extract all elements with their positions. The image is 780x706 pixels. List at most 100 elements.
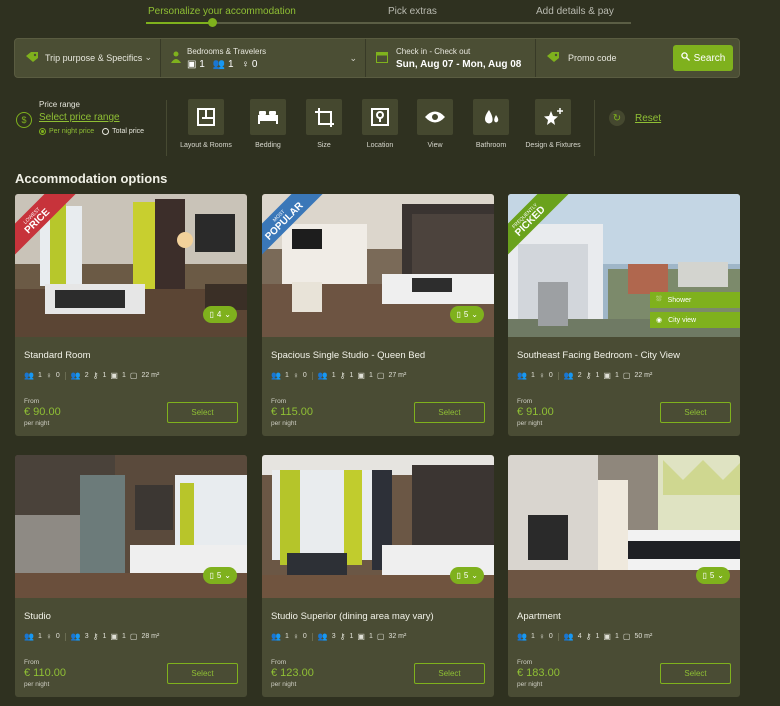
calendar-icon xyxy=(376,51,388,66)
total-price-radio[interactable]: Total price xyxy=(102,128,144,135)
key-icon: ⚷ xyxy=(585,371,592,380)
step-personalize[interactable]: Personalize your accommodation xyxy=(148,6,296,17)
adults-icon: 👥 xyxy=(24,371,34,380)
select-button[interactable]: Select xyxy=(660,402,731,423)
filter-bathroom[interactable]: Bathroom xyxy=(461,99,521,150)
bedrooms-travelers-label: Bedrooms & Travelers xyxy=(187,46,267,56)
step-add-details[interactable]: Add details & pay xyxy=(536,6,614,17)
door-icon: ▯ xyxy=(456,310,461,319)
price-from-label: From xyxy=(271,398,287,405)
availability-badge[interactable]: ▯ 5 ⌄ xyxy=(450,567,484,584)
filter-view[interactable]: View xyxy=(405,99,465,150)
section-title: Accommodation options xyxy=(15,171,168,186)
promo-code-field[interactable]: Promo code xyxy=(536,39,669,77)
door-icon: ▯ xyxy=(456,571,461,580)
select-button[interactable]: Select xyxy=(167,402,238,423)
location-icon xyxy=(371,108,389,126)
room-card: MOST POPULAR ▯ 5 ⌄ Spacious Single Studio -… xyxy=(262,194,494,436)
bed-icon: ▣ xyxy=(357,632,365,641)
room-photo[interactable]: LOWEST PRICE ▯ 4 ⌄ xyxy=(15,194,247,337)
room-photo[interactable]: FREQUENTLY PICKED ⛆ Shower ◉ City view xyxy=(508,194,740,337)
adults-icon: 👥 xyxy=(271,632,281,641)
eye-icon: ◉ xyxy=(656,317,663,324)
per-night-label: per night xyxy=(517,420,543,427)
room-photo[interactable]: ▯ 5 ⌄ xyxy=(262,455,494,598)
adults-icon: 👥 xyxy=(517,371,527,380)
price-from-label: From xyxy=(24,398,40,405)
filter-layout-rooms[interactable]: Layout & Rooms xyxy=(176,99,236,150)
filter-location[interactable]: Location xyxy=(350,99,410,150)
price-from-label: From xyxy=(517,398,533,405)
progress-dot xyxy=(208,18,217,27)
availability-badge[interactable]: ▯ 5 ⌄ xyxy=(696,567,730,584)
size-icon: ▢ xyxy=(622,632,631,641)
child-icon: ♀ xyxy=(241,58,250,70)
filter-bedding[interactable]: Bedding xyxy=(238,99,298,150)
room-card: ▯ 5 ⌄ Studio Superior (dining area may var… xyxy=(262,455,494,697)
door-icon: ▯ xyxy=(702,571,707,580)
person-icon xyxy=(171,51,181,66)
step-pick-extras[interactable]: Pick extras xyxy=(388,6,437,17)
availability-badge[interactable]: ▯ 5 ⌄ xyxy=(450,306,484,323)
availability-badge[interactable]: ▯ 4 ⌄ xyxy=(203,306,237,323)
divider xyxy=(594,100,595,156)
size-icon: ▢ xyxy=(376,371,385,380)
per-night-radio[interactable]: Per night price xyxy=(39,128,94,135)
select-button[interactable]: Select xyxy=(660,663,731,684)
dates-label: Check in - Check out xyxy=(396,46,471,56)
price-range-title: Price range xyxy=(39,100,80,109)
filter-label: Layout & Rooms xyxy=(180,142,232,149)
bed-icon: ▣ xyxy=(603,632,611,641)
filter-size[interactable]: Size xyxy=(294,99,354,150)
reset-filters[interactable]: ↻ Reset xyxy=(609,110,661,126)
per-night-label: per night xyxy=(24,681,50,688)
chevron-down-icon: ⌄ xyxy=(471,571,478,580)
chevron-down-icon: ⌄ xyxy=(349,53,357,63)
room-photo[interactable]: ▯ 5 ⌄ xyxy=(15,455,247,598)
room-title[interactable]: Studio Superior (dining area may vary) xyxy=(271,611,434,622)
room-amenities: 👥 1 ♀ 0 👥 4 ⚷ 1 ▣ 1 ▢ 50 m² xyxy=(517,632,653,641)
size-icon xyxy=(315,108,334,127)
select-button[interactable]: Select xyxy=(414,402,485,423)
filter-design-fixtures[interactable]: Design & Fixtures xyxy=(523,99,583,150)
adults-value: 👥 1 xyxy=(212,58,234,70)
room-card: FREQUENTLY PICKED ⛆ Shower ◉ City view Sout… xyxy=(508,194,740,436)
select-price-range-link[interactable]: Select price range xyxy=(39,112,144,123)
trip-purpose-dropdown[interactable]: Trip purpose & Specifics ⌄ xyxy=(15,39,161,77)
key-icon: ⚷ xyxy=(339,632,346,641)
room-photo[interactable]: ▯ 5 ⌄ xyxy=(508,455,740,598)
bedrooms-travelers-dropdown[interactable]: Bedrooms & Travelers ▣ 1 👥 1 ♀ 0 ⌄ xyxy=(161,39,366,77)
child-icon: ♀ xyxy=(292,371,299,380)
children-value: ♀ 0 xyxy=(241,58,258,70)
bed-icon: ▣ xyxy=(603,371,611,380)
search-icon xyxy=(680,52,690,64)
date-picker[interactable]: Check in - Check out Sun, Aug 07 - Mon, … xyxy=(366,39,536,77)
room-title[interactable]: Spacious Single Studio - Queen Bed xyxy=(271,350,425,361)
room-amenities: 👥 1 ♀ 0 👥 3 ⚷ 1 ▣ 1 ▢ 32 m² xyxy=(271,632,407,641)
search-button[interactable]: Search xyxy=(673,45,733,71)
search-button-label: Search xyxy=(693,52,726,64)
room-title[interactable]: Studio xyxy=(24,611,51,622)
feature-tag-shower: ⛆ Shower xyxy=(650,292,740,308)
child-icon: ♀ xyxy=(45,632,52,641)
room-photo[interactable]: MOST POPULAR ▯ 5 ⌄ xyxy=(262,194,494,337)
room-title[interactable]: Southeast Facing Bedroom - City View xyxy=(517,350,680,361)
key-icon: ⚷ xyxy=(585,632,592,641)
chevron-down-icon: ⌄ xyxy=(224,571,231,580)
refresh-icon: ↻ xyxy=(609,110,625,126)
guests-icon: 👥 xyxy=(70,632,81,641)
per-night-label: per night xyxy=(271,681,297,688)
bed-icon: ▣ xyxy=(357,371,365,380)
reset-link[interactable]: Reset xyxy=(635,113,661,124)
select-button[interactable]: Select xyxy=(414,663,485,684)
filter-label: Design & Fixtures xyxy=(525,142,581,149)
room-price: € 110.00 xyxy=(24,667,67,679)
filter-label: Location xyxy=(366,142,394,149)
select-button[interactable]: Select xyxy=(167,663,238,684)
door-icon: ▯ xyxy=(209,571,214,580)
availability-badge[interactable]: ▯ 5 ⌄ xyxy=(203,567,237,584)
chevron-down-icon: ⌄ xyxy=(717,571,724,580)
filter-label: Bathroom xyxy=(475,142,507,149)
room-title[interactable]: Apartment xyxy=(517,611,561,622)
room-title[interactable]: Standard Room xyxy=(24,350,91,361)
